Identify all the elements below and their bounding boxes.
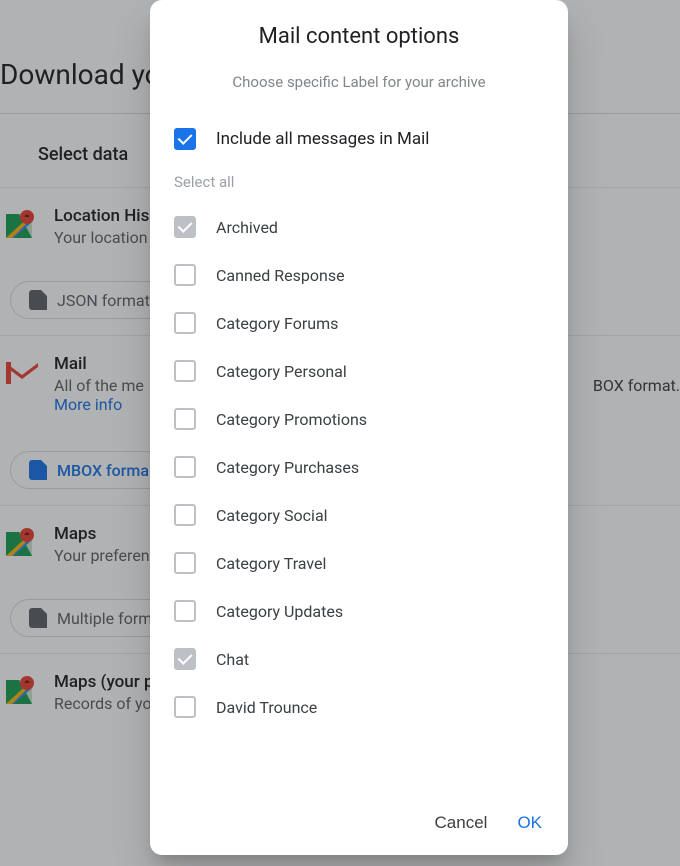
label-text: Archived [216, 218, 278, 237]
label-option[interactable]: David Trounce [174, 683, 544, 731]
label-text: Category Travel [216, 554, 326, 573]
checkbox-icon[interactable] [174, 600, 196, 622]
select-all-link[interactable]: Select all [174, 163, 544, 203]
label-option[interactable]: Category Travel [174, 539, 544, 587]
label-text: Chat [216, 650, 249, 669]
label-option[interactable]: Chat [174, 635, 544, 683]
dialog-subtitle: Choose specific Label for your archive [174, 57, 544, 115]
label-list: Archived Canned Response Category Forums Ca… [174, 203, 544, 731]
label-option[interactable]: Category Purchases [174, 443, 544, 491]
label-text: Category Updates [216, 602, 343, 621]
label-text: Category Forums [216, 314, 338, 333]
label-option[interactable]: Canned Response [174, 251, 544, 299]
checkbox-icon[interactable] [174, 696, 196, 718]
checkbox-icon[interactable] [174, 312, 196, 334]
label-option[interactable]: Category Updates [174, 587, 544, 635]
cancel-button[interactable]: Cancel [435, 813, 488, 833]
checkbox-icon[interactable] [174, 360, 196, 382]
label-option[interactable]: Category Forums [174, 299, 544, 347]
dialog-scroll-area[interactable]: Choose specific Label for your archive I… [150, 57, 568, 795]
checkbox-icon[interactable] [174, 408, 196, 430]
dialog-title: Mail content options [150, 0, 568, 57]
label-option[interactable]: Archived [174, 203, 544, 251]
label-text: Category Social [216, 506, 328, 525]
label-option[interactable]: Category Social [174, 491, 544, 539]
label-text: Category Purchases [216, 458, 359, 477]
checkbox-icon[interactable] [174, 552, 196, 574]
label-option[interactable]: Category Promotions [174, 395, 544, 443]
label-text: Category Promotions [216, 410, 367, 429]
ok-button[interactable]: OK [517, 813, 542, 833]
checkbox-icon[interactable] [174, 128, 196, 150]
label-text: Canned Response [216, 266, 345, 285]
label-text: Category Personal [216, 362, 347, 381]
include-all-option[interactable]: Include all messages in Mail [174, 115, 544, 163]
label-text: David Trounce [216, 698, 317, 717]
include-all-label: Include all messages in Mail [216, 129, 429, 149]
checkbox-icon[interactable] [174, 648, 196, 670]
checkbox-icon[interactable] [174, 456, 196, 478]
checkbox-icon[interactable] [174, 264, 196, 286]
dialog-actions: Cancel OK [150, 795, 568, 855]
checkbox-icon[interactable] [174, 216, 196, 238]
mail-content-options-dialog: Mail content options Choose specific Lab… [150, 0, 568, 855]
checkbox-icon[interactable] [174, 504, 196, 526]
label-option[interactable]: Category Personal [174, 347, 544, 395]
